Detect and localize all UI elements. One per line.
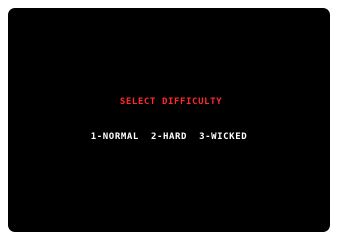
difficulty-option-wicked[interactable]: 3-WICKED (199, 132, 247, 142)
difficulty-option-normal[interactable]: 1-NORMAL (91, 132, 139, 142)
difficulty-option-hard[interactable]: 2-HARD (151, 132, 187, 142)
select-difficulty-title: SELECT DIFFICULTY (119, 97, 223, 107)
difficulty-options: 1-NORMAL 2-HARD 3-WICKED (8, 132, 330, 142)
game-screen: SELECT DIFFICULTY 1-NORMAL 2-HARD 3-WICK… (8, 8, 330, 232)
